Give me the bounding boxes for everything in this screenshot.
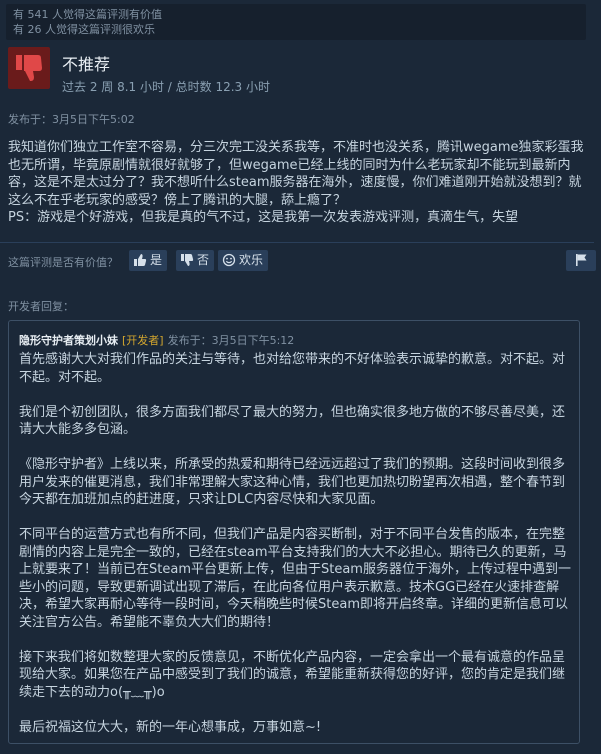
developer-reply-time: 发布于：3月5日下午5:12 (167, 334, 295, 347)
vote-yes-label: 是 (150, 253, 163, 267)
review-paragraph: PS：游戏是个好游戏，但我是真的气不过，这是我第一次发表游戏评测，真滴生气，失望 (8, 210, 519, 225)
thumbs-down-icon (8, 47, 50, 89)
useful-count: 有 541 人觉得这篇评测有价值 (13, 8, 162, 21)
reply-paragraph: 《隐形守护者》上线以来，所承受的热爱和期待已经远远超过了我们的预期。这段时间收到… (19, 457, 566, 507)
smiley-icon (222, 253, 236, 274)
review-verdict: 不推荐 过去 2 周 8.1 小时 / 总时数 12.3 小时 (8, 47, 588, 99)
reply-paragraph: 最后祝福这位大大，新的一年心想事成，万事如意~! (19, 719, 322, 735)
review-body: 我知道你们独立工作室不容易，分三次完工没关系我等，不准时也没关系，腾讯wegam… (8, 139, 594, 227)
vote-yes-button[interactable]: 是 (129, 250, 168, 274)
vote-question: 这篇评测是否有价值？ (8, 256, 118, 269)
playtime-hours: 过去 2 周 8.1 小时 / 总时数 12.3 小时 (62, 80, 270, 94)
developer-name: 隐形守护者策划小妹 (19, 334, 118, 347)
reply-paragraph: 不同平台的运营方式也有所不同，但我们产品是内容买断制，对于不同平台发售的版本，在… (19, 527, 571, 630)
posted-date: 发布于：3月5日下午5:02 (8, 113, 135, 126)
vote-no-button[interactable]: 否 (176, 250, 215, 274)
reply-paragraph: 我们是个初创团队，很多方面我们都尽了最大的努力，但也确实很多地方做的不够尽善尽美… (19, 404, 566, 438)
vote-funny-label: 欢乐 (239, 253, 264, 267)
reply-paragraph: 接下来我们将如数整理大家的反馈意见，不断优化产品内容，一定会拿出一个最有诚意的作… (19, 649, 566, 700)
vote-bar: 这篇评测是否有价值？ 是 否 欢乐 (8, 250, 596, 274)
vote-funny-button[interactable]: 欢乐 (218, 250, 269, 274)
helpful-summary: 有 541 人觉得这篇评测有价值 有 26 人觉得这篇评测很欢乐 (6, 4, 586, 40)
developer-badge: [开发者] (122, 334, 164, 347)
report-button[interactable] (566, 250, 596, 271)
vote-no-label: 否 (197, 253, 210, 267)
verdict-title: 不推荐 (62, 55, 111, 74)
developer-reply-label: 开发者回复： (8, 300, 74, 313)
developer-reply: 隐形守护者策划小妹 [开发者] 发布于：3月5日下午5:12 首先感谢大大对我们作品… (8, 320, 580, 744)
funny-count: 有 26 人觉得这篇评测很欢乐 (13, 23, 155, 36)
review-paragraph: 我知道你们独立工作室不容易，分三次完工没关系我等，不准时也没关系，腾讯wegam… (8, 140, 584, 208)
thumbs-down-icon (180, 253, 194, 274)
developer-reply-body: 首先感谢大大对我们作品的关注与等待，也对给您带来的不好体验表示诚挚的歉意。对不起… (19, 351, 575, 754)
reply-paragraph: 首先感谢大大对我们作品的关注与等待，也对给您带来的不好体验表示诚挚的歉意。对不起… (19, 352, 566, 385)
thumbs-up-icon (133, 253, 147, 274)
divider (0, 242, 594, 243)
developer-reply-header: 隐形守护者策划小妹 [开发者] 发布于：3月5日下午5:12 (19, 332, 294, 348)
flag-icon (576, 254, 587, 266)
